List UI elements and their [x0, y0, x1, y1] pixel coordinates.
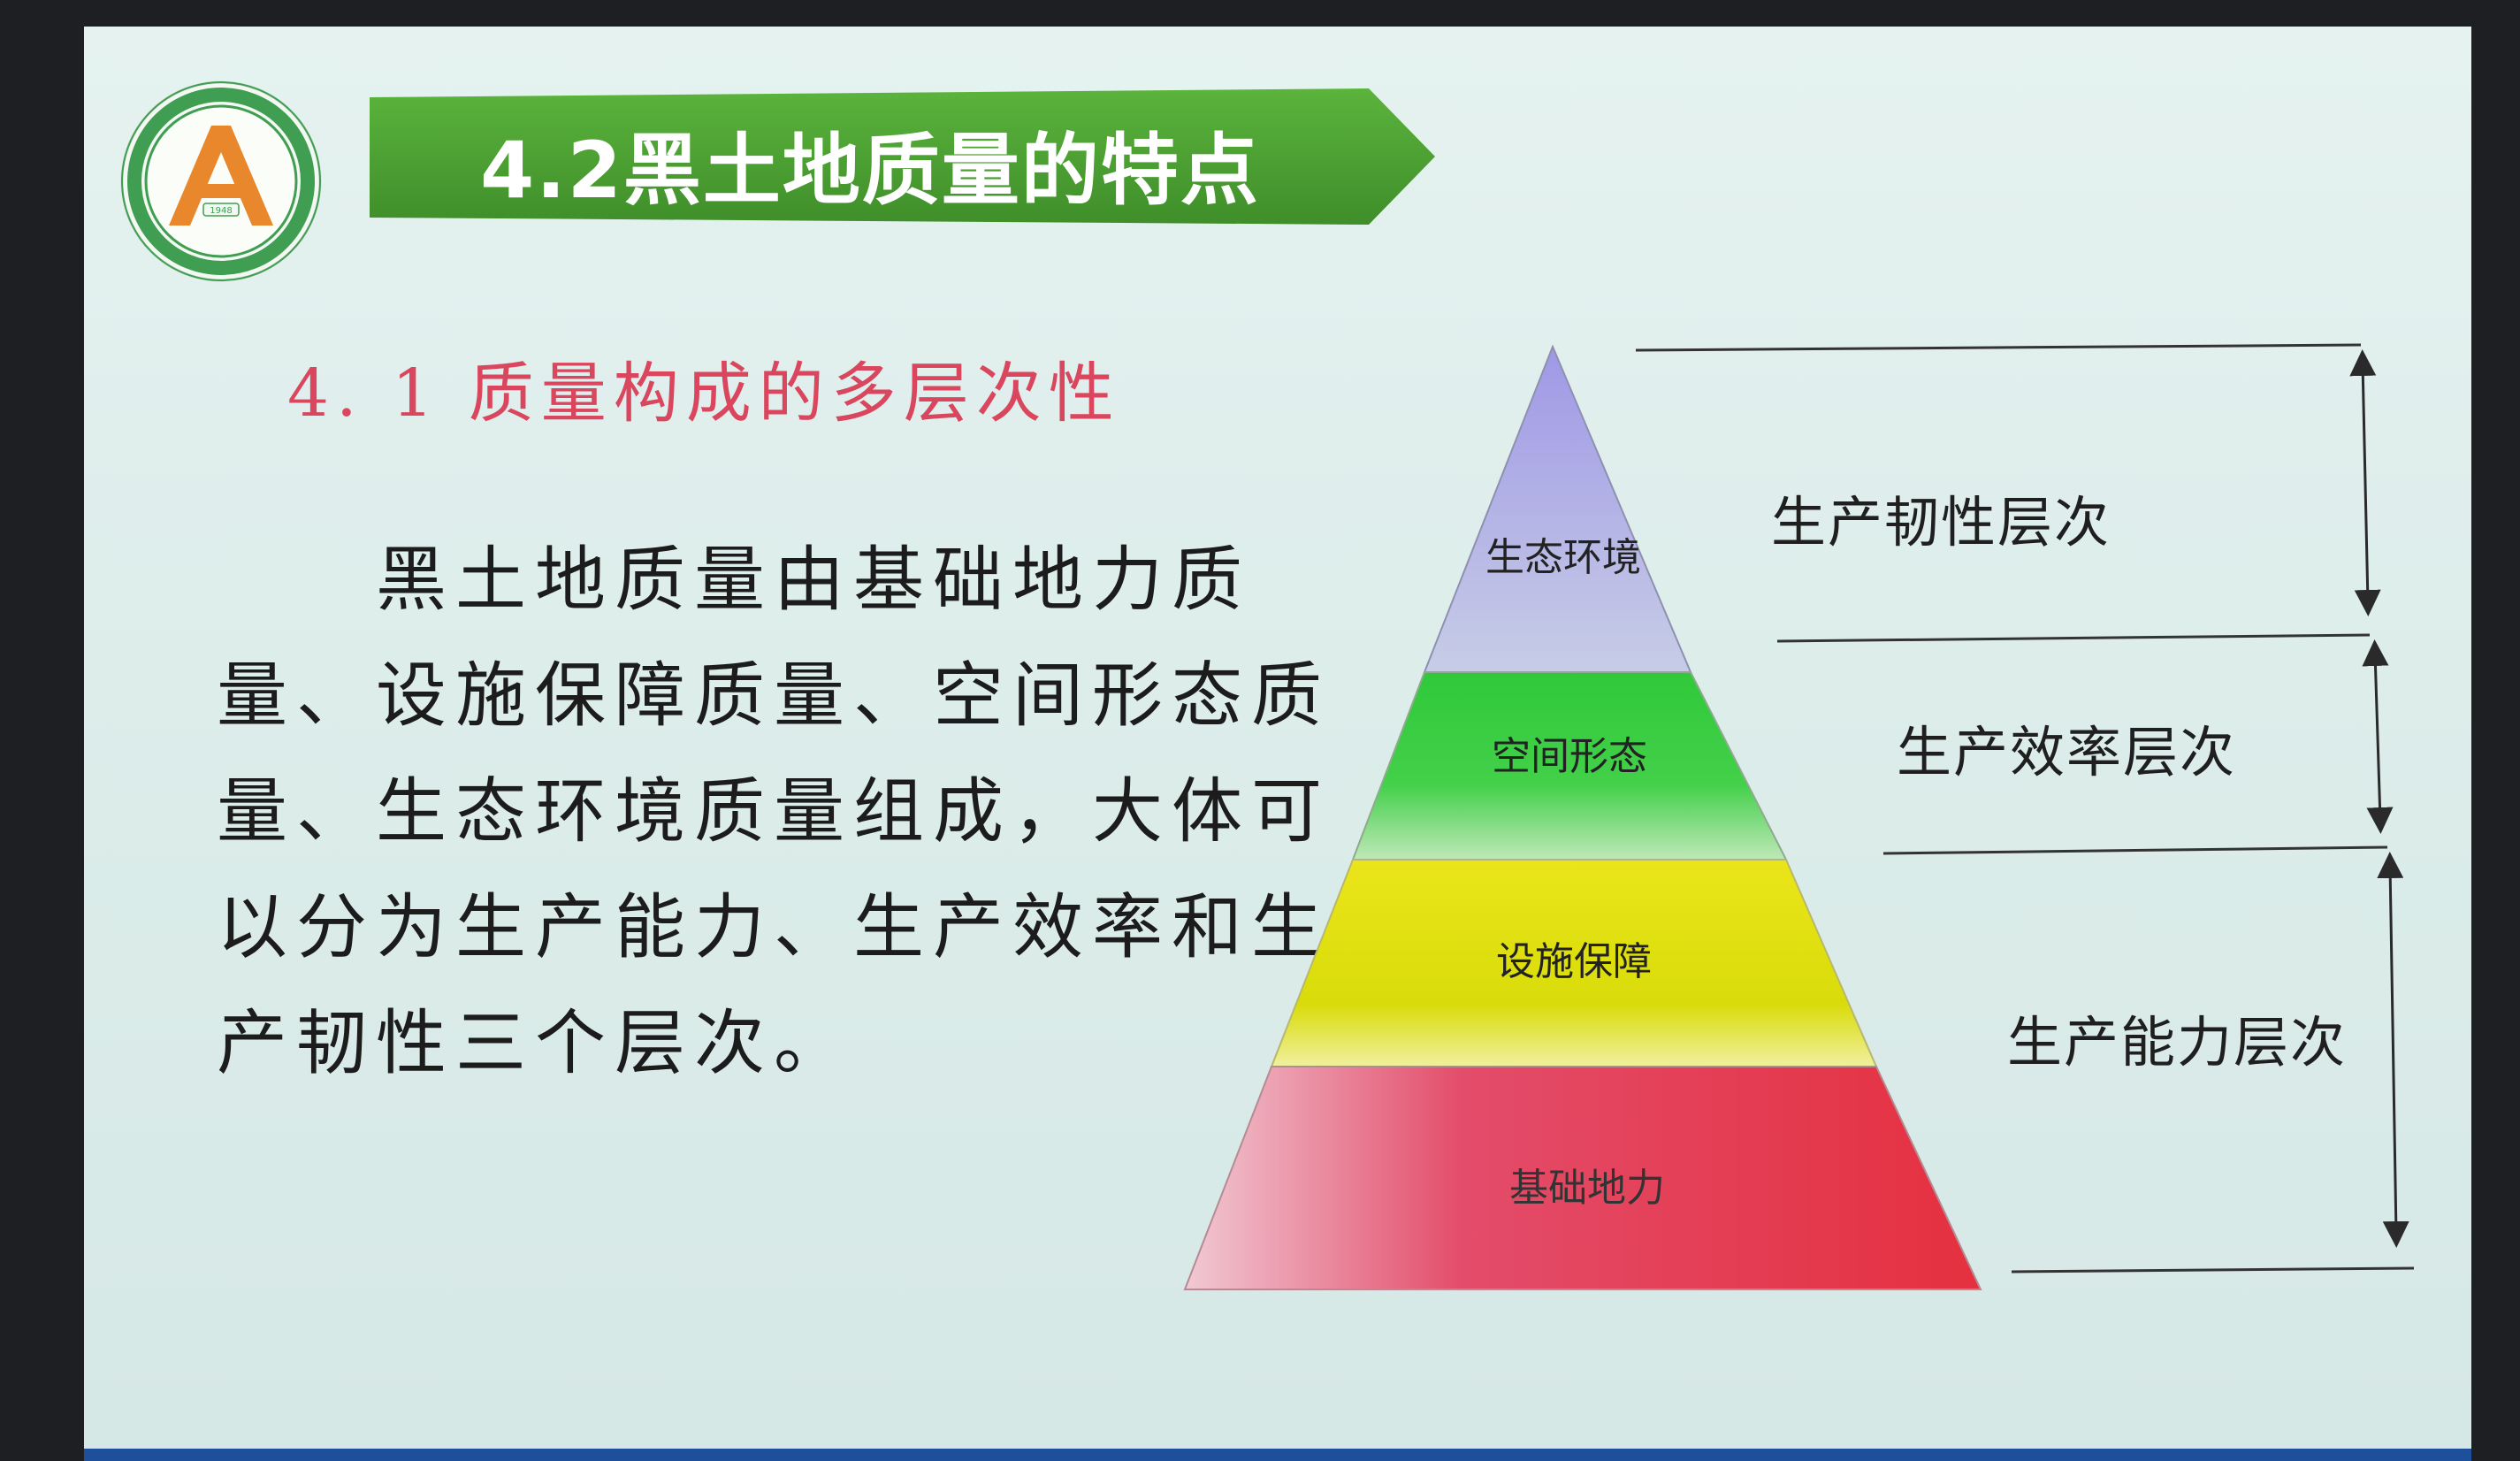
title-banner: 4.2黑土地质量的特点: [370, 87, 1435, 226]
level-label-efficiency: 生产效率层次: [1897, 720, 2237, 784]
level-label-capacity: 生产能力层次: [2007, 1010, 2348, 1075]
slide-title: 4.2黑土地质量的特点: [480, 125, 1260, 216]
level-label-resilience: 生产韧性层次: [1771, 490, 2111, 555]
logo-year: 1948: [210, 206, 232, 216]
divider-line-upper: [1776, 633, 2371, 643]
level-brackets: [1635, 343, 2415, 1274]
capacity-range-arrow: [2377, 852, 2409, 1248]
divider-line-lower: [1882, 845, 2388, 855]
slide-bottom-bar: [84, 1449, 2471, 1461]
section-subheading: 4. 1 质量构成的多层次性: [287, 356, 1121, 432]
divider-line-bottom: [2011, 1266, 2415, 1274]
resilience-range-arrow: [2349, 349, 2381, 616]
efficiency-range-arrow: [2362, 639, 2394, 834]
divider-line-top: [1635, 343, 2362, 352]
photo-of-projected-slide: 1948 4.2黑土地质量的特点 4. 1 质量构成的多层次性 黑土地质量由基础…: [0, 0, 2520, 1461]
university-logo: 1948: [120, 80, 322, 282]
